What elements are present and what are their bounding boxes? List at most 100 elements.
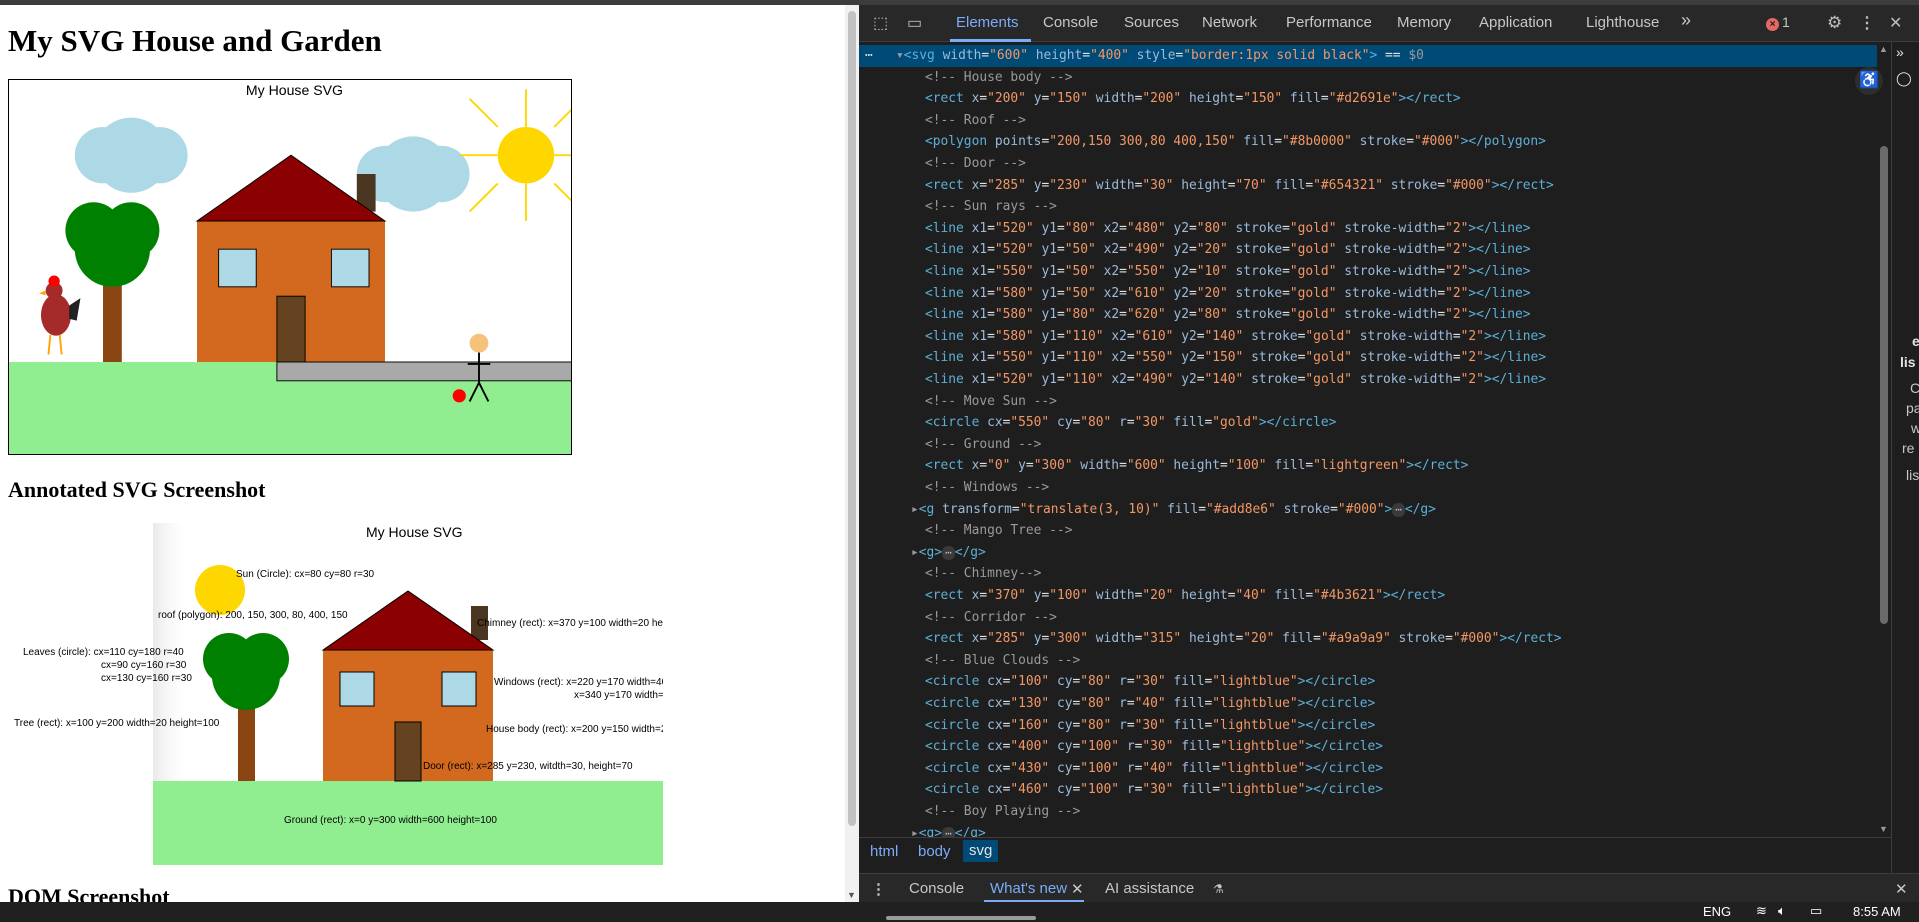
dom-node[interactable]: <!-- Windows --> (859, 477, 1877, 499)
dom-node[interactable]: <rect x="370" y="100" width="20" height=… (859, 585, 1877, 607)
expand-node-ellipsis[interactable]: ⋯ (942, 545, 955, 560)
dom-scrollbar[interactable]: ▲ ▼ (1877, 42, 1891, 837)
dom-node[interactable]: <!-- Move Sun --> (859, 391, 1877, 413)
page-scroll-down-arrow[interactable]: ▼ (847, 890, 856, 900)
dom-node[interactable]: <!-- Ground --> (859, 434, 1877, 456)
dom-node[interactable]: <!-- Corridor --> (859, 607, 1877, 629)
tab-lighthouse[interactable]: Lighthouse (1586, 14, 1659, 31)
dom-node[interactable]: <circle cx="550" cy="80" r="30" fill="go… (859, 412, 1877, 434)
drawer-tab-close-icon[interactable]: ✕ (1071, 880, 1084, 898)
wifi-icon[interactable]: ≋ (1756, 903, 1767, 919)
dom-scrollbar-thumb[interactable] (1880, 146, 1888, 624)
dom-node[interactable]: <!-- Blue Clouds --> (859, 650, 1877, 672)
dom-node[interactable]: <!-- Roof --> (859, 110, 1877, 132)
dom-node[interactable]: ▸<g transform="translate(3, 10)" fill="#… (859, 499, 1877, 521)
language-indicator[interactable]: ENG (1703, 904, 1731, 919)
clock-time[interactable]: 8:55 AM (1853, 904, 1901, 919)
dom-node[interactable]: <rect x="0" y="300" width="600" height="… (859, 455, 1877, 477)
dom-token-attr: stroke (1235, 264, 1283, 279)
drawer-tab-console[interactable]: Console (909, 880, 964, 897)
dom-node[interactable]: <circle cx="430" cy="100" r="40" fill="l… (859, 758, 1877, 780)
dom-node[interactable]: <circle cx="400" cy="100" r="30" fill="l… (859, 736, 1877, 758)
dom-scroll-down-arrow[interactable]: ▼ (1879, 824, 1888, 834)
dom-token-val: "80" (1080, 696, 1120, 711)
annot-label-house: House body (rect): x=200 y=150 width=200… (486, 724, 663, 735)
expand-node-ellipsis[interactable]: ⋯ (942, 826, 955, 837)
dom-node[interactable]: <!-- Boy Playing --> (859, 801, 1877, 823)
close-drawer-icon[interactable]: ✕ (1895, 880, 1908, 898)
dom-node[interactable]: <line x1="550" y1="110" x2="550" y2="150… (859, 347, 1877, 369)
volume-icon[interactable]: 🔈︎ (1778, 903, 1786, 919)
drawer-menu-icon[interactable]: ⋮ (871, 880, 886, 898)
dom-node[interactable]: <circle cx="130" cy="80" r="40" fill="li… (859, 693, 1877, 715)
side-panel-expand-icon[interactable]: » (1896, 44, 1904, 60)
page-scrollbar[interactable]: ▼ (845, 5, 859, 902)
settings-gear-icon[interactable]: ⚙ (1827, 13, 1842, 33)
device-toolbar-icon[interactable]: ▭ (907, 13, 922, 33)
inspect-element-icon[interactable]: ⬚ (873, 13, 888, 33)
dom-token-tag: ></line> (1483, 328, 1547, 344)
dom-tree[interactable]: ⋯ ▾<svg width="600" height="400" style="b… (859, 42, 1877, 837)
dom-token-tag: ></rect> (1398, 91, 1461, 107)
dom-node[interactable]: <!-- Mango Tree --> (859, 520, 1877, 542)
dom-token-attr: x2 (1103, 242, 1120, 258)
breadcrumb-body[interactable]: body (918, 843, 951, 860)
dom-node[interactable]: <rect x="285" y="230" width="30" height=… (859, 175, 1877, 197)
dom-token-attr: width (1080, 458, 1120, 474)
dom-token-attr: cx (987, 696, 1003, 711)
dom-token-attr: points (994, 134, 1042, 150)
dom-node[interactable]: ▸<g> ⋯ </g> (859, 542, 1877, 564)
tab-performance[interactable]: Performance (1286, 14, 1372, 31)
dom-token-attr: x2 (1103, 285, 1120, 301)
dom-node[interactable]: <line x1="520" y1="50" x2="490" y2="20" … (859, 239, 1877, 261)
dom-node[interactable]: <line x1="580" y1="80" x2="620" y2="80" … (859, 304, 1877, 326)
more-options-icon[interactable]: ⋮ (1859, 13, 1875, 33)
dom-node-menu-icon[interactable]: ⋯ (865, 45, 873, 67)
breadcrumb-html[interactable]: html (870, 843, 898, 860)
tab-console[interactable]: Console (1043, 14, 1098, 31)
dom-node-selected[interactable]: ⋯ ▾<svg width="600" height="400" style="b… (859, 45, 1877, 67)
dom-node[interactable]: <rect x="285" y="300" width="315" height… (859, 628, 1877, 650)
dom-node[interactable]: <rect x="200" y="150" width="200" height… (859, 88, 1877, 110)
drawer-tab-ai-assistance[interactable]: AI assistance (1105, 880, 1194, 897)
dom-token-text: = (1305, 588, 1314, 603)
dom-node[interactable]: <line x1="520" y1="80" x2="480" y2="80" … (859, 218, 1877, 240)
page-scrollbar-thumb[interactable] (848, 11, 856, 826)
dom-token-text: = (1056, 285, 1065, 301)
dom-node[interactable]: <circle cx="460" cy="100" r="30" fill="l… (859, 779, 1877, 801)
tab-application[interactable]: Application (1479, 14, 1552, 31)
accessibility-icon[interactable]: ♿ (1855, 67, 1883, 95)
tab-elements[interactable]: Elements (956, 14, 1019, 31)
drawer-tab-whats-new[interactable]: What's new (990, 880, 1067, 897)
dom-node[interactable]: <!-- Chimney--> (859, 563, 1877, 585)
battery-icon[interactable]: ▭ (1810, 903, 1822, 919)
tab-sources[interactable]: Sources (1124, 14, 1179, 31)
dom-node[interactable]: <circle cx="160" cy="80" r="30" fill="li… (859, 715, 1877, 737)
dom-node[interactable]: <line x1="580" y1="110" x2="610" y2="140… (859, 326, 1877, 348)
tab-memory[interactable]: Memory (1397, 14, 1451, 31)
breadcrumb-svg[interactable]: svg (963, 840, 999, 862)
expand-node-ellipsis[interactable]: ⋯ (1392, 502, 1405, 517)
dom-scroll-up-arrow[interactable]: ▲ (1879, 44, 1888, 54)
dom-token-comment: <!-- Boy Playing --> (925, 804, 1081, 819)
error-count-badge[interactable]: × 1 (1766, 14, 1790, 31)
dom-node[interactable]: <!-- House body --> (859, 67, 1877, 89)
dom-token-val: "140" (1204, 328, 1252, 344)
more-tabs-icon[interactable]: » (1681, 10, 1691, 31)
dom-node[interactable]: <!-- Door --> (859, 153, 1877, 175)
dom-token-val: "gold" (1289, 307, 1345, 323)
dom-node[interactable]: <polygon points = "200,150 300,80 400,150"… (859, 131, 1877, 153)
dom-token-attr: cx (987, 674, 1003, 690)
dom-node[interactable]: ▸<g> ⋯ </g> (859, 823, 1877, 837)
tab-network[interactable]: Network (1202, 14, 1257, 31)
dom-node[interactable]: <line x1="550" y1="50" x2="550" y2="10" … (859, 261, 1877, 283)
dom-token-attr: cx (987, 760, 1003, 776)
dom-node[interactable]: <circle cx="100" cy="80" r="30" fill="li… (859, 671, 1877, 693)
dom-node[interactable]: <line x1="580" y1="50" x2="610" y2="20" … (859, 283, 1877, 305)
dom-node[interactable]: <!-- Sun rays --> (859, 196, 1877, 218)
dom-token-text: = (1282, 242, 1290, 258)
side-panel-search-icon[interactable]: ◯ (1896, 70, 1912, 87)
close-devtools-icon[interactable]: ✕ (1889, 13, 1902, 33)
dom-token-text: = (1056, 328, 1065, 344)
dom-node[interactable]: <line x1="520" y1="110" x2="490" y2="140… (859, 369, 1877, 391)
